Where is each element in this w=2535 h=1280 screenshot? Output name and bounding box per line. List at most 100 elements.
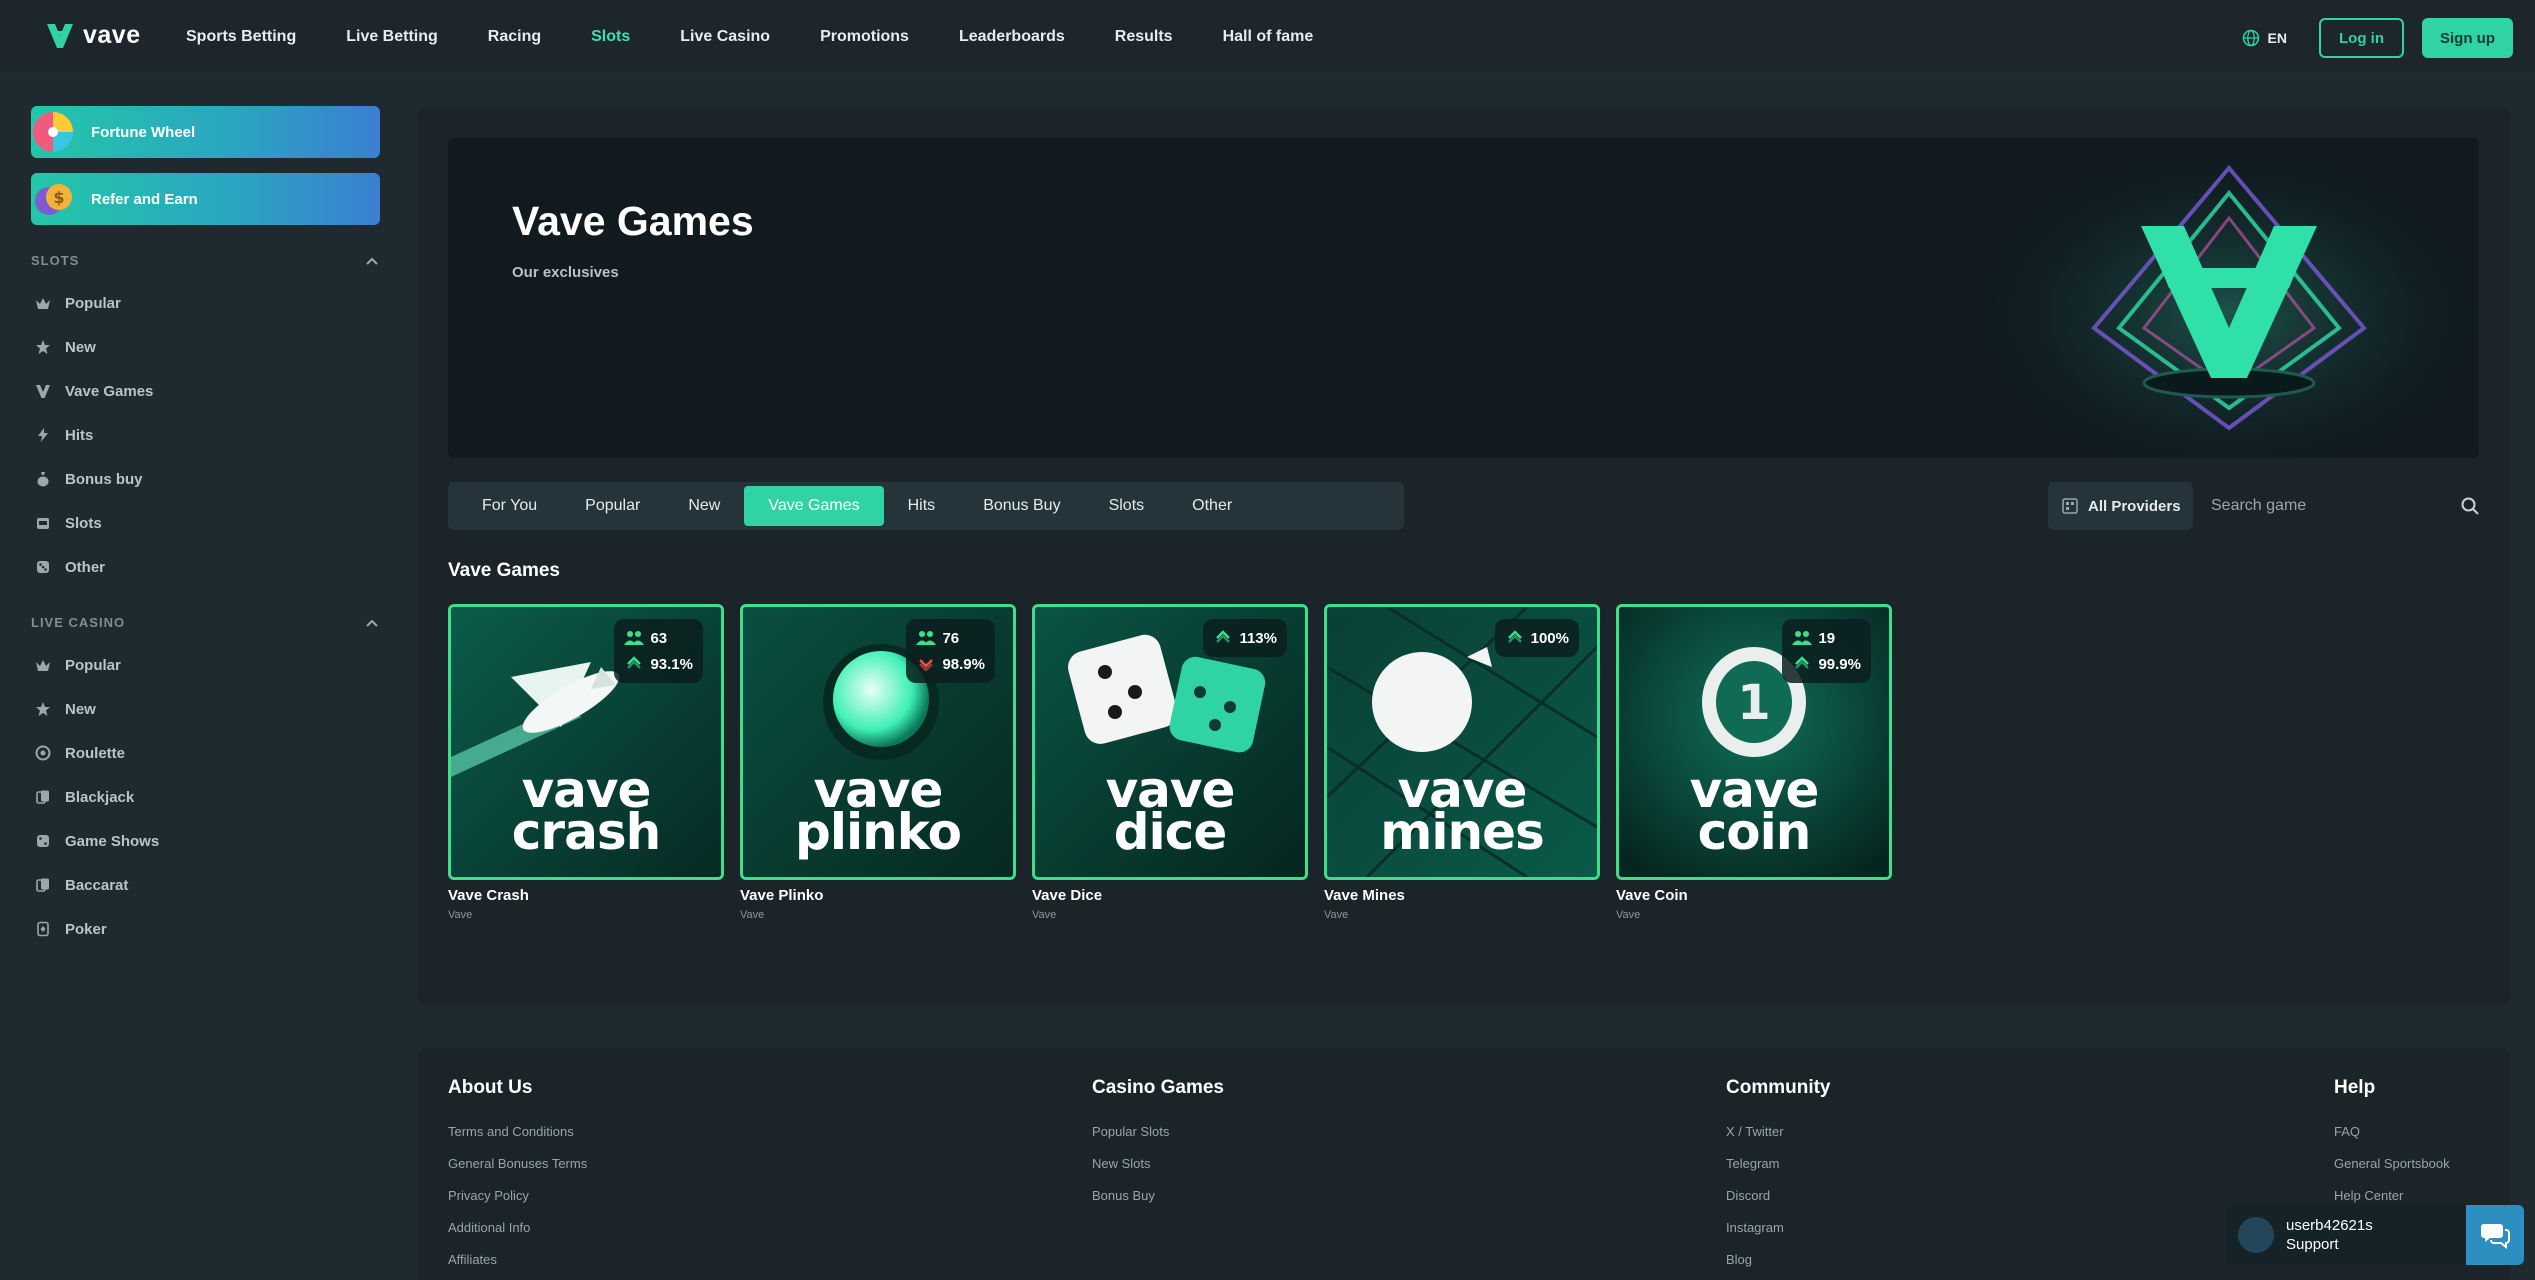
footer-link[interactable]: New Slots — [1092, 1153, 1224, 1185]
sidebar-item-slots[interactable]: Slots — [35, 512, 102, 534]
banner-title: Vave Games — [512, 198, 754, 244]
header-actions: EN Log in Sign up — [2242, 18, 2513, 58]
footer-link[interactable]: FAQ — [2334, 1121, 2450, 1153]
footer-link[interactable]: X / Twitter — [1726, 1121, 1831, 1153]
left-sidebar: Fortune Wheel $ Refer and Earn SLOTS Pop… — [0, 75, 410, 1280]
nav-results[interactable]: Results — [1115, 28, 1173, 46]
tab-new[interactable]: New — [664, 486, 744, 526]
rtp-value: 98.9% — [942, 655, 985, 673]
chevron-up-icon[interactable] — [364, 615, 380, 631]
tab-slots[interactable]: Slots — [1085, 486, 1169, 526]
tab-for-you[interactable]: For You — [458, 486, 561, 526]
game-name[interactable]: Vave Mines — [1324, 887, 1405, 904]
globe-icon — [2242, 29, 2259, 47]
footer-link[interactable]: Telegram — [1726, 1153, 1831, 1185]
game-name[interactable]: Vave Coin — [1616, 887, 1688, 904]
game-card-vave-dice[interactable]: vave dice 113% — [1032, 604, 1308, 880]
nav-live-casino[interactable]: Live Casino — [680, 28, 770, 46]
sidebar-item-slots-new[interactable]: New — [35, 336, 96, 358]
card-title-line2: mines — [1380, 803, 1545, 861]
dice-icon — [37, 561, 49, 573]
sidebar-item-baccarat[interactable]: Baccarat — [35, 874, 128, 896]
game-name[interactable]: Vave Crash — [448, 887, 529, 904]
vave-logo[interactable]: vave — [45, 20, 141, 50]
game-provider: Vave — [1324, 909, 1349, 921]
rtp-up-icon — [1216, 630, 1231, 643]
sidebar-item-bonus-buy[interactable]: Bonus buy — [35, 468, 143, 490]
sidebar-item-roulette[interactable]: Roulette — [35, 742, 125, 764]
sidebar-item-label: New — [65, 338, 96, 356]
nav-slots[interactable]: Slots — [591, 28, 630, 46]
player-count: 19 — [1818, 629, 1836, 647]
promo-label: Refer and Earn — [91, 190, 198, 208]
game-card-vave-coin[interactable]: 1 vave coin 19 99.9% — [1616, 604, 1892, 880]
sidebar-item-label: Other — [65, 558, 106, 576]
search-icon[interactable] — [2461, 497, 2479, 515]
footer-link[interactable]: Privacy Policy — [448, 1185, 587, 1217]
hero-banner: Vave Games Our exclusives — [448, 138, 2479, 458]
chat-bubble-icon — [2481, 1224, 2510, 1249]
sidebar-item-casino-popular[interactable]: Popular — [35, 654, 121, 676]
card-title-line2: plinko — [795, 803, 962, 861]
signup-button[interactable]: Sign up — [2422, 18, 2513, 58]
promo-fortune-wheel[interactable]: Fortune Wheel — [31, 106, 380, 158]
sidebar-item-slots-popular[interactable]: Popular — [35, 292, 121, 314]
game-card-vave-crash[interactable]: vave crash 63 93.1% — [448, 604, 724, 880]
footer-link[interactable]: Instagram — [1726, 1217, 1831, 1249]
sidebar-item-casino-new[interactable]: New — [35, 698, 96, 720]
promo-label: Fortune Wheel — [91, 123, 196, 141]
sidebar-item-blackjack[interactable]: Blackjack — [35, 786, 134, 808]
footer-link[interactable]: Blog — [1726, 1249, 1831, 1280]
all-providers-button[interactable]: All Providers — [2048, 482, 2193, 530]
footer-link[interactable]: Affiliates — [448, 1249, 587, 1280]
nav-hall-of-fame[interactable]: Hall of fame — [1223, 28, 1314, 46]
language-selector[interactable]: EN — [2242, 29, 2287, 47]
game-stats-badge: 76 98.9% — [906, 619, 995, 683]
nav-racing[interactable]: Racing — [488, 28, 541, 46]
rtp-value: 99.9% — [1818, 655, 1861, 673]
footer-link[interactable]: General Sportsbook — [2334, 1153, 2450, 1185]
sidebar-item-label: Game Shows — [65, 832, 160, 850]
game-card-vave-plinko[interactable]: vave plinko 76 98.9% — [740, 604, 1016, 880]
sidebar-item-other[interactable]: Other — [35, 556, 105, 578]
footer-link[interactable]: General Bonuses Terms — [448, 1153, 587, 1185]
footer-heading: Community — [1726, 1077, 1831, 1098]
vave-logo-icon — [36, 385, 50, 398]
sidebar-item-label: New — [65, 700, 96, 718]
nav-sports-betting[interactable]: Sports Betting — [186, 28, 296, 46]
chat-button[interactable] — [2466, 1205, 2524, 1265]
game-name[interactable]: Vave Dice — [1032, 887, 1102, 904]
brand-name: vave — [83, 20, 141, 49]
language-code: EN — [2267, 30, 2287, 46]
promo-refer-earn[interactable]: $ Refer and Earn — [31, 173, 380, 225]
footer-link[interactable]: Popular Slots — [1092, 1121, 1224, 1153]
tab-hits[interactable]: Hits — [884, 486, 960, 526]
game-stats-badge: 19 99.9% — [1782, 619, 1871, 683]
footer-link[interactable]: Terms and Conditions — [448, 1121, 587, 1153]
nav-promotions[interactable]: Promotions — [820, 28, 909, 46]
game-provider: Vave — [448, 909, 473, 921]
support-chat-widget[interactable]: userb42621s Support — [2226, 1205, 2524, 1265]
tab-bonus-buy[interactable]: Bonus Buy — [959, 486, 1084, 526]
sidebar-item-game-shows[interactable]: Game Shows — [35, 830, 159, 852]
tab-other[interactable]: Other — [1168, 486, 1256, 526]
nav-leaderboards[interactable]: Leaderboards — [959, 28, 1065, 46]
tab-vave-games[interactable]: Vave Games — [744, 486, 884, 526]
chevron-up-icon[interactable] — [364, 253, 380, 269]
sidebar-item-hits[interactable]: Hits — [35, 424, 93, 446]
footer-link[interactable]: Additional Info — [448, 1217, 587, 1249]
login-button[interactable]: Log in — [2319, 18, 2404, 58]
nav-live-betting[interactable]: Live Betting — [346, 28, 438, 46]
rtp-value: 100% — [1530, 629, 1569, 647]
search-input[interactable] — [2211, 497, 2441, 515]
top-header: vave Sports Betting Live Betting Racing … — [0, 0, 2535, 74]
sidebar-item-poker[interactable]: Poker — [35, 918, 107, 940]
avatar — [2238, 1217, 2274, 1253]
game-name[interactable]: Vave Plinko — [740, 887, 823, 904]
sidebar-item-vave-games[interactable]: Vave Games — [35, 380, 153, 402]
game-stats-badge: 63 93.1% — [614, 619, 703, 683]
footer-link[interactable]: Bonus Buy — [1092, 1185, 1224, 1217]
tab-popular[interactable]: Popular — [561, 486, 664, 526]
footer-link[interactable]: Discord — [1726, 1185, 1831, 1217]
game-card-vave-mines[interactable]: vave mines 100% — [1324, 604, 1600, 880]
